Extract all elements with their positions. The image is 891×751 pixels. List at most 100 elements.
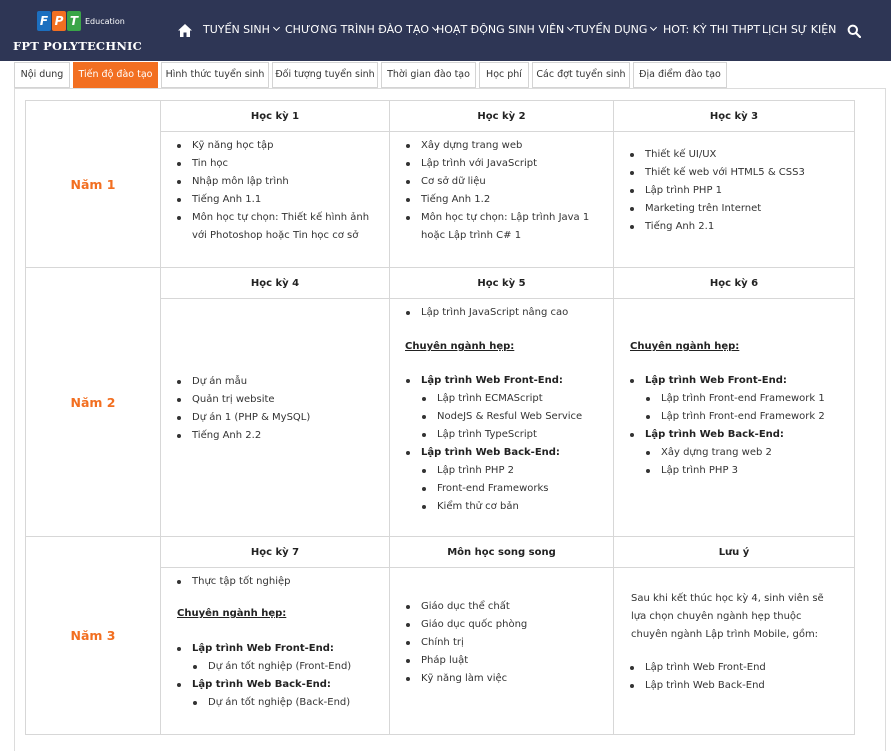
course-item: Marketing trên Internet: [614, 200, 849, 218]
nav-item-label: TUYỂN SINH: [203, 23, 270, 36]
track-heading: Lập trình Web Back-End:: [161, 676, 376, 694]
tab-label: Các đợt tuyển sinh: [536, 69, 626, 80]
course-item: Lập trình TypeScript: [390, 426, 605, 444]
tab-noi-dung[interactable]: Nội dung: [14, 62, 70, 88]
top-navigation-bar: F P T Education FPT POLYTECHNIC TUYỂN SI…: [0, 0, 891, 61]
course-item: Pháp luật: [390, 652, 605, 670]
course-item: Lập trình PHP 2: [390, 462, 605, 480]
course-item: Tiếng Anh 2.1: [614, 218, 849, 236]
semester-title: Học kỳ 7: [250, 546, 300, 558]
tab-label: Địa điểm đào tạo: [639, 69, 721, 80]
track-heading: Lập trình Web Back-End:: [614, 426, 849, 444]
semester-4-courses: Dự án mẫu Quản trị website Dự án 1 (PHP …: [160, 298, 390, 537]
course-item: Dự án 1 (PHP & MySQL): [161, 409, 371, 427]
year-label-text: Năm 3: [70, 628, 116, 643]
specialization-list: Lập trình Web Front-End: Dự án tốt nghiệ…: [161, 640, 376, 712]
tab-doi-tuong-tuyen-sinh[interactable]: Đối tượng tuyển sinh: [272, 62, 378, 88]
nav-tuyen-sinh[interactable]: TUYỂN SINH: [203, 23, 280, 36]
tab-label: Thời gian đào tạo: [387, 69, 470, 80]
tab-hoc-phi[interactable]: Học phí: [479, 62, 529, 88]
course-item: Tiếng Anh 2.2: [161, 427, 371, 445]
logo-letter-tile: T: [67, 11, 81, 31]
tab-cac-dot-tuyen-sinh[interactable]: Các đợt tuyển sinh: [532, 62, 630, 88]
logo-letter-tile: P: [52, 11, 66, 31]
nav-item-label: HOT: KỲ THI THPT: [663, 23, 761, 36]
course-item: Lập trình Web Back-End: [614, 677, 849, 695]
nav-lich-su-kien[interactable]: LỊCH SỰ KIỆN: [762, 23, 836, 36]
tab-label: Nội dung: [20, 69, 64, 80]
nav-tuyen-dung[interactable]: TUYỂN DỤNG: [574, 23, 658, 36]
track-heading: Lập trình Web Front-End:: [390, 372, 605, 390]
nav-item-label: HOẠT ĐỘNG SINH VIÊN: [436, 23, 565, 36]
semester-1-courses: Kỹ năng học tập Tin học Nhập môn lập trì…: [160, 131, 390, 268]
year-1-label: Năm 1: [25, 100, 161, 268]
track-heading: Lập trình Web Front-End:: [161, 640, 376, 658]
tab-label: Hình thức tuyển sinh: [165, 69, 265, 80]
course-item: Lập trình PHP 1: [614, 182, 849, 200]
course-item: Dự án tốt nghiệp (Front-End): [161, 658, 376, 676]
tab-thoi-gian-dao-tao[interactable]: Thời gian đào tạo: [381, 62, 476, 88]
semester-3-header: Học kỳ 3: [613, 100, 855, 132]
semester-6-header: Học kỳ 6: [613, 267, 855, 299]
course-item: Môn học tự chọn: Lập trình Java 1 hoặc L…: [390, 209, 590, 245]
semester-5-courses: Lập trình JavaScript nâng cao Chuyên ngà…: [389, 298, 614, 537]
semester-4-header: Học kỳ 4: [160, 267, 390, 299]
semester-5-header: Học kỳ 5: [389, 267, 614, 299]
tab-hinh-thuc-tuyen-sinh[interactable]: Hình thức tuyển sinh: [161, 62, 269, 88]
course-item: Tin học: [161, 155, 371, 173]
logo-letter-tile: F: [37, 11, 51, 31]
course-list: Lập trình JavaScript nâng cao: [390, 304, 605, 322]
course-item: Kiểm thử cơ bản: [390, 498, 605, 516]
search-icon[interactable]: [847, 24, 861, 38]
nav-hot-ky-thi-thpt[interactable]: HOT: KỲ THI THPT: [663, 23, 760, 36]
semester-2-courses: Xây dựng trang web Lập trình với JavaScr…: [389, 131, 614, 268]
specialization-list: Lập trình Web Front-End: Lập trình ECMAS…: [390, 372, 605, 516]
year-3-label: Năm 3: [25, 536, 161, 735]
course-list: Thực tập tốt nghiệp: [161, 573, 376, 591]
semester-title: Môn học song song: [447, 546, 556, 558]
course-item: Cơ sở dữ liệu: [390, 173, 590, 191]
course-list: Kỹ năng học tập Tin học Nhập môn lập trì…: [161, 137, 371, 245]
year-2-label: Năm 2: [25, 267, 161, 537]
course-list: Lập trình Web Front-End Lập trình Web Ba…: [614, 659, 849, 695]
chevron-down-icon: [650, 23, 658, 32]
course-list: Giáo dục thể chất Giáo dục quốc phòng Ch…: [390, 598, 605, 688]
year-label-text: Năm 1: [70, 176, 116, 192]
semester-7-header: Học kỳ 7: [160, 536, 390, 568]
course-item: Lập trình PHP 3: [614, 462, 849, 480]
nav-item-label: CHƯƠNG TRÌNH ĐÀO TẠO: [285, 23, 430, 36]
specialization-label: Chuyên ngành hẹp:: [177, 608, 287, 619]
course-item: Front-end Frameworks: [390, 480, 605, 498]
course-item: Lập trình với JavaScript: [390, 155, 590, 173]
course-item: Lập trình ECMAScript: [390, 390, 605, 408]
tab-tien-do-dao-tao[interactable]: Tiến độ đào tạo: [73, 62, 158, 88]
tab-dia-diem-dao-tao[interactable]: Địa điểm đào tạo: [633, 62, 727, 88]
tab-label: Tiến độ đào tạo: [78, 69, 153, 80]
course-item: Thiết kế UI/UX: [614, 146, 849, 164]
logo-education-text: Education: [85, 17, 125, 26]
semester-title: Học kỳ 3: [709, 110, 759, 122]
course-item: Dự án tốt nghiệp (Back-End): [161, 694, 376, 712]
nav-item-label: TUYỂN DỤNG: [574, 23, 648, 36]
course-item: Môn học tự chọn: Thiết kế hình ảnh với P…: [161, 209, 371, 245]
semester-title: Học kỳ 6: [709, 277, 759, 289]
specialization-label: Chuyên ngành hẹp:: [630, 341, 740, 352]
fpt-polytechnic-logo[interactable]: F P T Education FPT POLYTECHNIC: [11, 6, 161, 58]
nav-chuong-trinh-dao-tao[interactable]: CHƯƠNG TRÌNH ĐÀO TẠO: [285, 23, 440, 36]
note-content: Sau khi kết thúc học kỳ 4, sinh viên sẽ …: [613, 567, 855, 735]
course-item: Dự án mẫu: [161, 373, 371, 391]
specialization-list: Lập trình Web Front-End: Lập trình Front…: [614, 372, 849, 480]
semester-1-header: Học kỳ 1: [160, 100, 390, 132]
course-item: Lập trình Web Front-End: [614, 659, 849, 677]
course-item: Thực tập tốt nghiệp: [161, 573, 376, 591]
course-item: NodeJS & Resful Web Service: [390, 408, 605, 426]
semester-title: Học kỳ 2: [477, 110, 526, 122]
tab-label: Đối tượng tuyển sinh: [275, 69, 375, 80]
home-icon[interactable]: [178, 24, 192, 37]
course-item: Nhập môn lập trình: [161, 173, 371, 191]
logo-name-text: FPT POLYTECHNIC: [13, 39, 142, 53]
course-item: Lập trình Front-end Framework 2: [614, 408, 849, 426]
semester-3-courses: Thiết kế UI/UX Thiết kế web với HTML5 & …: [613, 131, 855, 268]
nav-hoat-dong-sinh-vien[interactable]: HOẠT ĐỘNG SINH VIÊN: [436, 23, 575, 36]
semester-6-courses: Chuyên ngành hẹp: Lập trình Web Front-En…: [613, 298, 855, 537]
